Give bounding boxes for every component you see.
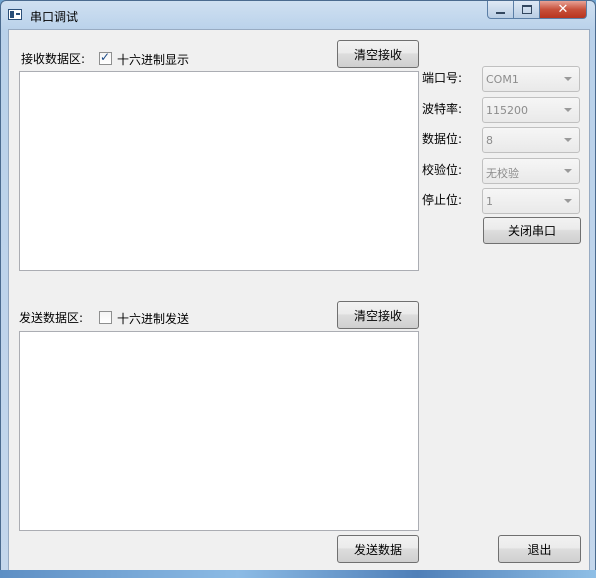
- maximize-button[interactable]: [514, 1, 540, 19]
- receive-textarea[interactable]: [19, 71, 419, 271]
- chevron-down-icon: [564, 108, 572, 112]
- close-button[interactable]: ✕: [540, 1, 587, 19]
- port-label: 端口号:: [422, 71, 463, 85]
- databits-label: 数据位:: [422, 132, 463, 146]
- close-icon: ✕: [557, 2, 569, 17]
- port-select[interactable]: COM1: [482, 66, 580, 92]
- chevron-down-icon: [564, 169, 572, 173]
- parity-value: 无校验: [486, 167, 519, 180]
- send-hex-checkbox[interactable]: [99, 311, 112, 324]
- chevron-down-icon: [564, 199, 572, 203]
- receive-area-label: 接收数据区:: [21, 52, 86, 66]
- parity-label: 校验位:: [422, 163, 463, 177]
- databits-select[interactable]: 8: [482, 127, 580, 153]
- send-area-label: 发送数据区:: [19, 311, 84, 325]
- taskbar-edge: [0, 570, 596, 578]
- client-area: 接收数据区: ✓ 十六进制显示 清空接收 发送数据区: 十六进制发送 清空接收 …: [8, 29, 590, 572]
- checkmark-icon: ✓: [100, 50, 111, 64]
- send-data-button[interactable]: 发送数据: [337, 535, 419, 563]
- maximize-icon: [521, 5, 532, 14]
- window-title: 串口调试: [30, 10, 79, 24]
- send-textarea[interactable]: [19, 331, 419, 531]
- title-bar[interactable]: 串口调试 ✕: [1, 1, 595, 29]
- baud-label: 波特率:: [422, 102, 463, 116]
- chevron-down-icon: [564, 138, 572, 142]
- clear-receive-button[interactable]: 清空接收: [337, 40, 419, 68]
- stopbits-value: 1: [486, 195, 493, 208]
- stopbits-select[interactable]: 1: [482, 188, 580, 214]
- caption-buttons: ✕: [487, 1, 587, 20]
- receive-hex-label[interactable]: 十六进制显示: [117, 51, 189, 68]
- port-value: COM1: [486, 73, 519, 86]
- send-hex-label[interactable]: 十六进制发送: [117, 310, 189, 327]
- parity-select[interactable]: 无校验: [482, 158, 580, 184]
- chevron-down-icon: [564, 77, 572, 81]
- toggle-port-button[interactable]: 关闭串口: [483, 217, 581, 244]
- exit-button[interactable]: 退出: [498, 535, 581, 563]
- minimize-icon: [496, 11, 505, 14]
- receive-hex-checkbox[interactable]: ✓: [99, 50, 112, 65]
- clear-send-button[interactable]: 清空接收: [337, 301, 419, 329]
- baud-value: 115200: [486, 104, 528, 117]
- stopbits-label: 停止位:: [422, 193, 463, 207]
- baud-select[interactable]: 115200: [482, 97, 580, 123]
- databits-value: 8: [486, 134, 493, 147]
- app-window: 串口调试 ✕ 接收数据区: ✓ 十六进制显示 清空接收 发送数据区: 十六进制发…: [0, 0, 596, 578]
- app-icon: [8, 9, 22, 20]
- minimize-button[interactable]: [487, 1, 514, 19]
